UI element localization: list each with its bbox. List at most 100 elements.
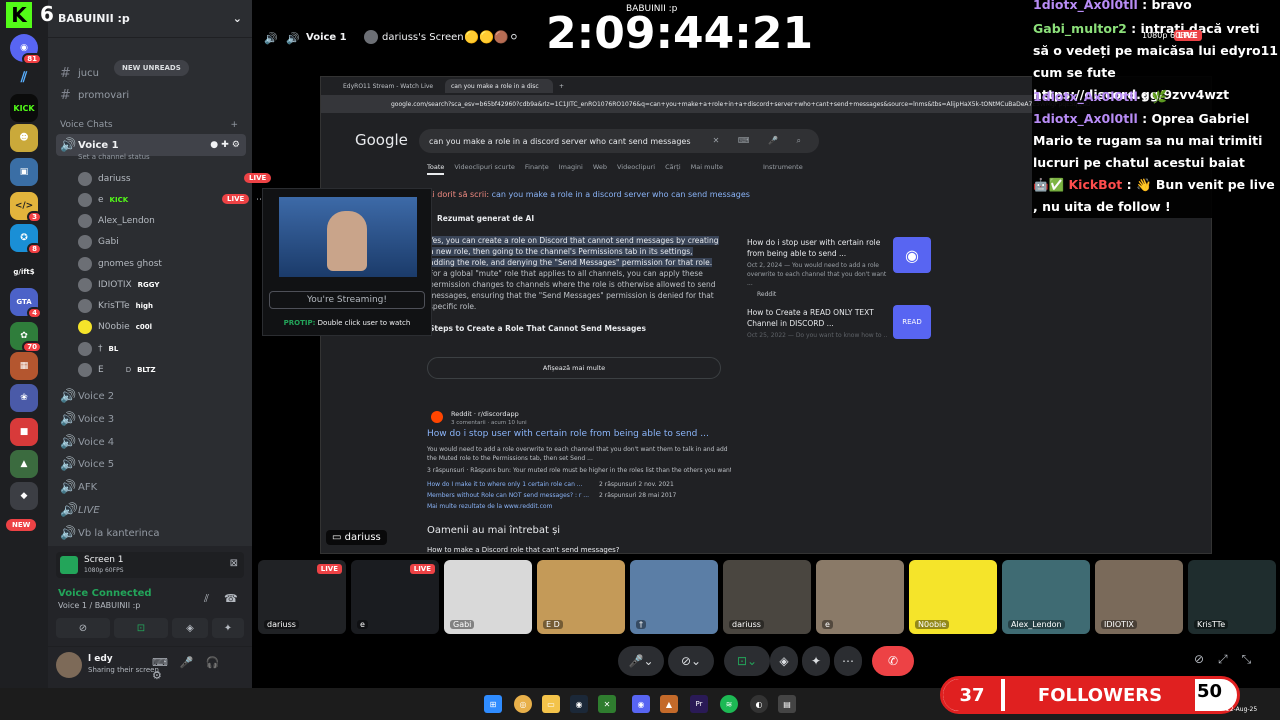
tab-all[interactable]: Toate xyxy=(427,163,445,175)
participant-tile[interactable]: IDIOTIX xyxy=(1095,560,1183,634)
vlc-icon[interactable]: ▲ xyxy=(660,695,678,713)
channel-promovari[interactable]: # promovari xyxy=(56,84,246,106)
more-results-link[interactable]: Mai multe rezultate de la www.reddit.com xyxy=(427,501,552,512)
spirit-server-icon[interactable]: ✿ 70 xyxy=(10,322,42,353)
tab-videos[interactable]: Videoclipuri xyxy=(617,163,655,175)
channel-live[interactable]: 🔊 LIVE xyxy=(56,499,246,521)
chrome-icon[interactable]: ◎ xyxy=(514,695,532,713)
result-title[interactable]: How do i stop user with certain role fro… xyxy=(427,429,709,440)
mic-toggle-button[interactable]: 🎤⌄ xyxy=(618,646,664,676)
discord-taskbar-icon[interactable]: ◉ xyxy=(632,695,650,713)
red-server-icon[interactable]: ■ xyxy=(10,418,38,446)
google-logo[interactable]: Google xyxy=(355,131,408,149)
xbox-icon[interactable]: ✕ xyxy=(598,695,616,713)
voice-user-e-d[interactable]: E D BLTZ xyxy=(78,359,288,380)
voice-user-gnomes[interactable]: gnomes ghost xyxy=(78,253,288,274)
participant-tile[interactable]: dariuss xyxy=(723,560,811,634)
channel-voice-4[interactable]: 🔊 Voice 4 xyxy=(56,431,246,453)
gta-server-icon[interactable]: GTA 4 xyxy=(10,288,42,319)
server-header[interactable]: BABUINII :p ⌄ xyxy=(48,0,252,38)
blue-wing-server-icon[interactable]: ⫽ xyxy=(10,64,38,92)
voice-user-cross[interactable]: † BL xyxy=(78,338,288,359)
youre-streaming-button[interactable]: You're Streaming! xyxy=(269,291,425,309)
activity-button[interactable]: ◈ xyxy=(172,618,208,638)
soundboard-button[interactable]: ✦ xyxy=(212,618,244,638)
user-name[interactable]: l edy xyxy=(88,654,113,664)
premiere-icon[interactable]: Pr xyxy=(690,695,708,713)
voice-user-dariuss[interactable]: dariuss LIVE xyxy=(78,168,288,189)
game-server-icon[interactable]: ▣ xyxy=(10,158,38,186)
google-search-input[interactable]: can you make a role in a discord server … xyxy=(419,129,819,153)
channel-status[interactable]: Set a channel status xyxy=(78,153,150,161)
viewer-avatars[interactable]: 🟡🟡🟤⚪ xyxy=(464,30,519,44)
tab-finance[interactable]: Finanțe xyxy=(525,163,549,175)
participant-tile[interactable]: LIVE e xyxy=(351,560,439,634)
stage-window-controls[interactable]: ⊘⤢⤡ xyxy=(1194,652,1265,667)
minion-server-icon[interactable]: ☻ xyxy=(10,124,38,152)
voice-user-n0obie[interactable]: N0obie c00l xyxy=(78,316,288,337)
blue-server-icon[interactable]: ✪ 8 xyxy=(10,224,42,255)
avatar[interactable] xyxy=(56,652,82,678)
category-voice-chats[interactable]: Voice Chats + xyxy=(56,114,246,136)
channel-afk[interactable]: 🔊 AFK xyxy=(56,476,246,498)
screen-share-preview[interactable]: Screen 1 1080p 60FPS ⊠ xyxy=(56,552,244,578)
participant-tile[interactable]: E D xyxy=(537,560,625,634)
folder-icon[interactable]: ▭ xyxy=(542,695,560,713)
voice-user-gabi[interactable]: Gabi xyxy=(78,231,288,252)
channel-voice-2[interactable]: 🔊 Voice 2 xyxy=(56,385,246,407)
waifu-server-icon[interactable]: ❀ xyxy=(10,384,38,412)
new-unreads-pill[interactable]: NEW UNREADS xyxy=(114,60,189,76)
new-tab-icon[interactable]: + xyxy=(559,83,564,90)
more-options-button[interactable]: ⋯ xyxy=(834,646,862,676)
result-sublink[interactable]: How do I make it to where only 1 certain… xyxy=(427,479,583,490)
disconnect-icon[interactable]: ☎ xyxy=(224,592,238,605)
show-more-button[interactable]: Afișează mai multe xyxy=(427,357,721,379)
voice-connected-label[interactable]: Voice Connected xyxy=(58,588,152,599)
stage-channel-name[interactable]: Voice 1 xyxy=(306,32,347,43)
dark-server-icon[interactable]: ◆ xyxy=(10,482,38,510)
screen-share-button[interactable]: ⊡⌄ xyxy=(724,646,770,676)
obs-icon[interactable]: ◐ xyxy=(750,695,768,713)
plus-icon[interactable]: + xyxy=(230,120,238,130)
soundboard-button[interactable]: ✦ xyxy=(802,646,830,676)
channel-voice-3[interactable]: 🔊 Voice 3 xyxy=(56,408,246,430)
participant-tile[interactable]: KrisTTe xyxy=(1188,560,1276,634)
participant-tile[interactable]: Alex_Lendon xyxy=(1002,560,1090,634)
voice-user-alex[interactable]: Alex_Lendon xyxy=(78,210,288,231)
disconnect-button[interactable]: ✆ xyxy=(872,646,914,676)
participant-tile[interactable]: † xyxy=(630,560,718,634)
browser-tab[interactable]: EdyRO11 Stream - Watch Live xyxy=(337,79,445,93)
webcam-preview[interactable]: You're Streaming! PROTIP: Double click u… xyxy=(262,188,432,336)
windows-start-icon[interactable]: ⊞ xyxy=(484,695,502,713)
camera-toggle-button[interactable]: ⊘⌄ xyxy=(668,646,714,676)
tools-button[interactable]: Instrumente xyxy=(763,163,803,175)
gifting-server-icon[interactable]: g/ift$ xyxy=(10,258,38,286)
participant-tile[interactable]: N0obie xyxy=(909,560,997,634)
voice-location[interactable]: Voice 1 / BABUINII :p xyxy=(58,601,140,610)
voice-user-idiotix[interactable]: IDIOTIX RGGY xyxy=(78,274,288,295)
voice-user-e[interactable]: e KICK LIVE ⋯ xyxy=(78,189,288,210)
channel-vb-la-kanterinca[interactable]: 🔊 Vb la kanterinca xyxy=(56,522,246,544)
result-sublink[interactable]: Members without Role can NOT send messag… xyxy=(427,490,589,501)
voice-user-kristte[interactable]: KrisTTehigh⊘ xyxy=(78,295,288,316)
tab-shorts[interactable]: Videoclipuri scurte xyxy=(454,163,515,175)
channel-actions-icons[interactable]: ● ✚ ⚙ xyxy=(210,140,240,150)
kick-server-icon[interactable]: KICK xyxy=(10,94,38,122)
green-server-icon[interactable]: ▲ xyxy=(10,450,38,478)
search-icon[interactable]: ✕ ⌨ 🎤 ⌕ xyxy=(713,136,809,146)
camera-toggle-button[interactable]: ⊘ xyxy=(56,618,110,638)
discord-home-icon[interactable]: ◉ 81 xyxy=(10,34,42,65)
tab-more[interactable]: Mai multe xyxy=(691,163,723,175)
stop-stream-icon[interactable]: ⊠ xyxy=(230,558,238,569)
channel-voice-5[interactable]: 🔊 Voice 5 xyxy=(56,453,246,475)
noise-suppression-icon[interactable]: ⫽ xyxy=(204,592,209,606)
source-card-title[interactable]: How do i stop user with certain role fro… xyxy=(747,237,887,259)
paa-question[interactable]: How to make a Discord role that can't se… xyxy=(427,545,620,556)
tab-books[interactable]: Cărți xyxy=(665,163,681,175)
pixel-server-icon[interactable]: ▦ xyxy=(10,352,38,380)
code-server-icon[interactable]: </> 3 xyxy=(10,192,42,223)
activity-button[interactable]: ◈ xyxy=(770,646,798,676)
source-card-title[interactable]: How to Create a READ ONLY TEXT Channel i… xyxy=(747,307,887,329)
participant-tile[interactable]: LIVE dariuss xyxy=(258,560,346,634)
participant-tile[interactable]: Gabi xyxy=(444,560,532,634)
